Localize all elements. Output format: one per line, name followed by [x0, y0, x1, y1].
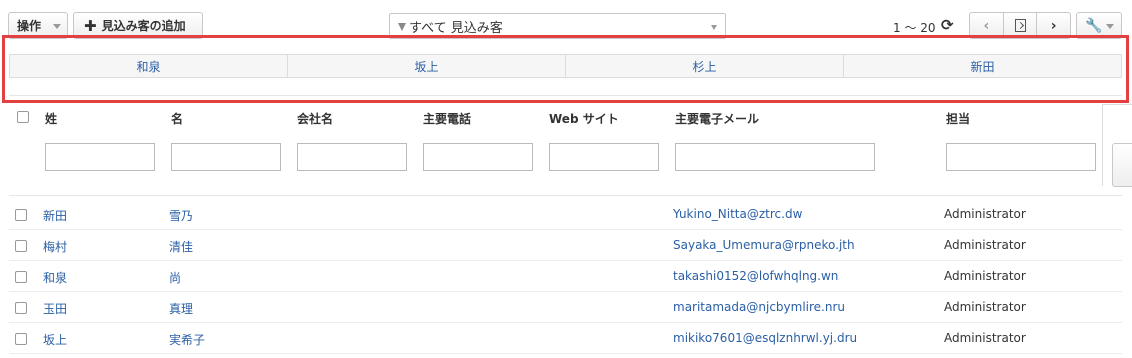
plus-icon: ✚ [84, 16, 97, 35]
first-name-link[interactable]: 尚 [169, 269, 181, 286]
email-link[interactable]: takashi0152@lofwhqlng.wn [673, 269, 838, 283]
first-name-filter-input[interactable] [171, 143, 281, 171]
row-checkbox[interactable] [15, 333, 27, 345]
add-lead-label: 見込み客の追加 [101, 19, 186, 33]
row-divider [9, 353, 1122, 354]
table-header: 姓 名 会社名 主要電話 Web サイト 主要電子メール 担当 [0, 104, 1132, 132]
email-link[interactable]: Yukino_Nitta@ztrc.dw [673, 207, 802, 221]
owner-value: Administrator [944, 300, 1026, 314]
add-lead-button[interactable]: ✚ 見込み客の追加 [73, 12, 203, 39]
chevron-right-icon: › [1050, 17, 1057, 34]
email-filter-input[interactable] [675, 143, 875, 171]
column-header-last-name[interactable]: 姓 [45, 110, 57, 127]
row-checkbox[interactable] [15, 271, 27, 283]
column-header-phone[interactable]: 主要電話 [423, 110, 471, 127]
chevron-left-icon: ‹ [983, 17, 990, 34]
last-name-link[interactable]: 梅村 [43, 238, 67, 255]
quick-filter-item[interactable]: 杉上 [566, 55, 844, 77]
tools-dropdown-button[interactable]: 🔧 [1076, 12, 1122, 39]
column-header-website[interactable]: Web サイト [549, 110, 619, 127]
table-row: 新田 雪乃 Yukino_Nitta@ztrc.dw Administrator [0, 199, 1132, 230]
last-name-link[interactable]: 坂上 [43, 331, 67, 348]
list-filter-select[interactable]: すべて 見込み客 [389, 13, 726, 39]
column-header-email[interactable]: 主要電子メール [675, 110, 759, 127]
row-checkbox[interactable] [15, 302, 27, 314]
first-name-link[interactable]: 雪乃 [169, 207, 193, 224]
search-button[interactable] [1112, 143, 1132, 187]
list-filter-value: すべて 見込み客 [409, 20, 503, 36]
actions-dropdown-button[interactable]: 操作 [8, 12, 68, 39]
last-name-link[interactable]: 新田 [43, 207, 67, 224]
table-row: 玉田 真理 maritamada@njcbymlire.nru Administ… [0, 292, 1132, 323]
email-link[interactable]: maritamada@njcbymlire.nru [673, 300, 845, 314]
first-name-link[interactable]: 清佳 [169, 238, 193, 255]
last-name-filter-input[interactable] [45, 143, 155, 171]
filter-icon [398, 23, 406, 31]
caret-down-icon [1106, 24, 1114, 29]
column-header-owner[interactable]: 担当 [946, 110, 970, 127]
caret-down-icon [711, 25, 717, 30]
table-row: 和泉 尚 takashi0152@lofwhqlng.wn Administra… [0, 261, 1132, 292]
owner-value: Administrator [944, 207, 1026, 221]
table-row: 坂上 実希子 mikiko7601@esqlznhrwl.yj.dru Admi… [0, 323, 1132, 354]
quick-filter-item[interactable]: 坂上 [288, 55, 566, 77]
divider [9, 195, 1122, 196]
last-name-link[interactable]: 玉田 [43, 300, 67, 317]
quick-filter-item[interactable]: 和泉 [10, 55, 288, 77]
pager-range: 1 〜 20 [893, 21, 936, 35]
owner-value: Administrator [944, 269, 1026, 283]
table-row: 梅村 清佳 Sayaka_Umemura@rpneko.jth Administ… [0, 230, 1132, 261]
prev-page-button[interactable]: ‹ [970, 13, 1004, 38]
caret-down-icon [53, 24, 61, 29]
email-link[interactable]: Sayaka_Umemura@rpneko.jth [673, 238, 855, 252]
row-checkbox[interactable] [15, 240, 27, 252]
first-name-link[interactable]: 実希子 [169, 331, 205, 348]
last-name-link[interactable]: 和泉 [43, 269, 67, 286]
wrench-icon: 🔧 [1085, 17, 1103, 34]
toolbar: 操作 ✚ 見込み客の追加 すべて 見込み客 1 〜 20 ⟳ ‹ › 🔧 [0, 0, 1132, 40]
next-page-button[interactable]: › [1037, 13, 1070, 38]
pager-button-group: ‹ › [969, 12, 1071, 39]
email-link[interactable]: mikiko7601@esqlznhrwl.yj.dru [673, 331, 857, 345]
owner-filter-input[interactable] [946, 143, 1096, 171]
page-jump-icon [1014, 19, 1026, 32]
quick-filter-item[interactable]: 新田 [844, 55, 1121, 77]
refresh-icon[interactable]: ⟳ [941, 16, 954, 34]
owner-value: Administrator [944, 238, 1026, 252]
column-header-company[interactable]: 会社名 [297, 110, 333, 127]
first-name-link[interactable]: 真理 [169, 300, 193, 317]
phone-filter-input[interactable] [423, 143, 533, 171]
go-to-page-button[interactable] [1004, 13, 1038, 38]
row-checkbox[interactable] [15, 209, 27, 221]
column-header-first-name[interactable]: 名 [171, 110, 183, 127]
website-filter-input[interactable] [549, 143, 659, 171]
divider [9, 95, 1122, 96]
actions-label: 操作 [17, 19, 42, 33]
company-filter-input[interactable] [297, 143, 407, 171]
select-all-checkbox[interactable] [17, 111, 29, 123]
owner-value: Administrator [944, 331, 1026, 345]
quick-filter-bar: 和泉 坂上 杉上 新田 [9, 54, 1122, 78]
